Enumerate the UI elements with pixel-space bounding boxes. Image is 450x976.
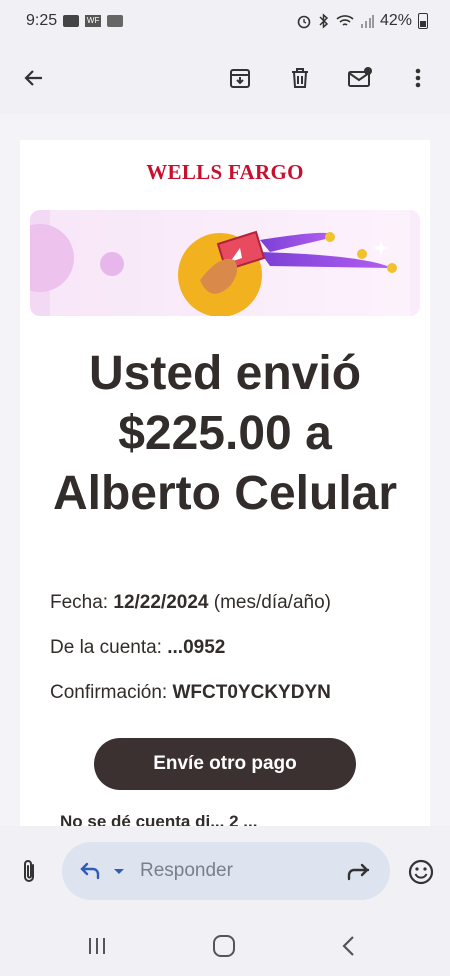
account-row: De la cuenta: ...0952 (50, 637, 225, 659)
more-options-button[interactable] (400, 60, 436, 96)
cutoff-text: No se dé cuenta di... 2 ... (60, 812, 258, 826)
headline-line-3: Alberto Celular (52, 467, 398, 520)
battery-icon (418, 13, 428, 29)
folder-icon (63, 15, 80, 27)
image-icon (107, 15, 124, 27)
recents-icon (89, 938, 105, 954)
emoji-icon (408, 859, 434, 885)
headline: Usted envió $225.00 a Alberto Celular (20, 344, 430, 524)
archive-icon (230, 69, 250, 88)
email-toolbar (0, 44, 450, 114)
reply-type-dropdown[interactable] (76, 858, 132, 884)
battery-percent: 42% (379, 12, 412, 29)
status-bar: 9:25 WF 42% (0, 0, 450, 44)
confirmation-row: Confirmación: WFCT0YCKYDYN (50, 682, 331, 704)
recents-button[interactable] (84, 934, 110, 958)
send-another-payment-button[interactable]: Envíe otro pago (94, 738, 356, 790)
account-label: De la cuenta: (50, 637, 162, 658)
payment-illustration (30, 210, 420, 316)
wf-app-icon: WF (85, 15, 102, 27)
alarm-icon (297, 15, 311, 29)
archive-button[interactable] (222, 60, 258, 96)
arrow-back-icon (24, 70, 42, 86)
back-button[interactable] (16, 60, 52, 96)
status-time: 9:25 (26, 12, 58, 29)
date-row: Fecha: 12/22/2024 (mes/día/año) (50, 592, 331, 614)
more-vert-icon (415, 68, 421, 88)
brand-logo: WELLS FARGO (146, 160, 304, 184)
bluetooth-icon (319, 13, 329, 29)
paperclip-icon (24, 860, 34, 882)
system-nav-bar (0, 916, 450, 976)
forward-icon (347, 863, 370, 881)
delete-button[interactable] (282, 60, 318, 96)
headline-line-2: $225.00 a (118, 407, 332, 460)
account-value: ...0952 (167, 637, 226, 658)
trash-icon (292, 68, 308, 88)
wifi-icon (336, 15, 354, 26)
date-value: 12/22/2024 (113, 592, 209, 613)
confirmation-value: WFCT0YCKYDYN (172, 682, 331, 703)
date-label: Fecha: (50, 592, 109, 613)
date-format: (mes/día/año) (213, 592, 331, 613)
status-left: 9:25 WF (26, 12, 124, 30)
emoji-button[interactable] (406, 857, 436, 887)
mark-unread-icon (348, 67, 372, 87)
signal-icon (360, 15, 374, 28)
confirmation-label: Confirmación: (50, 682, 168, 703)
back-nav-icon (342, 936, 354, 956)
reply-icon (80, 862, 124, 880)
back-nav-button[interactable] (336, 933, 362, 959)
attach-button[interactable] (16, 858, 44, 886)
home-button[interactable] (210, 933, 238, 959)
reply-placeholder: Responder (140, 860, 233, 881)
forward-button[interactable] (345, 859, 373, 885)
home-icon (213, 935, 235, 957)
headline-line-1: Usted envió (88, 347, 362, 400)
status-right: 42% (296, 12, 428, 30)
mark-unread-button[interactable] (342, 60, 378, 96)
